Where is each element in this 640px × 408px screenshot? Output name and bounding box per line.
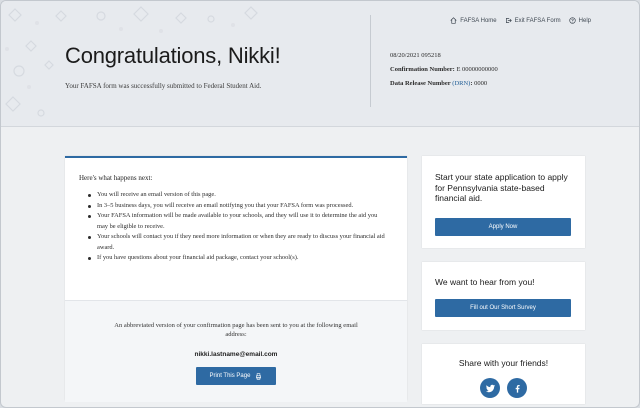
facebook-share-button[interactable]: [507, 378, 527, 398]
home-icon: [450, 17, 457, 24]
list-item: Your FAFSA information will be made avai…: [87, 211, 387, 232]
twitter-icon: [485, 384, 495, 392]
list-item: You will receive an email version of thi…: [87, 190, 387, 201]
twitter-share-button[interactable]: [480, 378, 500, 398]
social-share-buttons: [422, 378, 585, 398]
state-application-heading: Start your state application to apply fo…: [435, 172, 568, 203]
fafsa-home-label: FAFSA Home: [460, 17, 497, 24]
next-steps-list: You will receive an email version of thi…: [87, 190, 387, 264]
list-item: If you have questions about your financi…: [87, 253, 387, 264]
next-steps-title: Here's what happens next:: [79, 174, 153, 182]
survey-button[interactable]: Fill out Our Short Survey: [435, 299, 571, 317]
print-icon: [256, 372, 262, 380]
exit-fafsa-label: Exit FAFSA Form: [514, 17, 561, 24]
page-title: Congratulations, Nikki!: [65, 43, 281, 68]
list-item: Your schools will contact you if they ne…: [87, 232, 387, 253]
share-heading: Share with your friends!: [458, 358, 549, 368]
drn-row: Data Release Number (DRN): 0000: [390, 80, 488, 87]
survey-card: We want to hear from you! Fill out Our S…: [422, 262, 585, 330]
confirmation-details: 08/20/2021 095218 Confirmation Number: E…: [390, 49, 498, 91]
confirmation-page: FAFSA Home Exit FAFSA Form Help Congratu…: [0, 0, 640, 408]
exit-fafsa-link[interactable]: Exit FAFSA Form: [505, 17, 561, 24]
confirmation-number-row: Confirmation Number: E 00000000000: [390, 63, 498, 77]
header-links: FAFSA Home Exit FAFSA Form Help: [450, 17, 591, 24]
list-item: In 3–5 business days, you will receive a…: [87, 201, 387, 212]
facebook-icon: [515, 384, 520, 393]
drn-value: 0000: [474, 80, 488, 87]
drn-link[interactable]: (DRN): [452, 80, 470, 87]
help-label: Help: [578, 17, 591, 24]
apply-now-button[interactable]: Apply Now: [435, 218, 571, 236]
next-steps-card: Here's what happens next: You will recei…: [65, 156, 407, 402]
state-application-card: Start your state application to apply fo…: [422, 156, 585, 248]
help-link[interactable]: Help: [569, 17, 591, 24]
page-header: FAFSA Home Exit FAFSA Form Help Congratu…: [1, 1, 639, 127]
submission-datetime: 08/20/2021 095218: [390, 52, 441, 59]
header-divider: [370, 15, 371, 107]
confirmation-number-label: Confirmation Number:: [390, 66, 455, 73]
email-confirmation-section: An abbreviated version of your confirmat…: [65, 300, 407, 402]
print-page-button[interactable]: Print This Page: [196, 367, 276, 385]
drn-label: Data Release Number: [390, 80, 451, 87]
print-page-label: Print This Page: [209, 373, 251, 379]
exit-icon: [505, 18, 512, 23]
survey-heading: We want to hear from you!: [435, 277, 535, 287]
confirmation-number-value: E 00000000000: [456, 66, 498, 73]
email-address: nikki.lastname@email.com: [194, 351, 278, 358]
fafsa-home-link[interactable]: FAFSA Home: [450, 17, 497, 24]
help-icon: [569, 17, 576, 24]
email-confirmation-text: An abbreviated version of your confirmat…: [114, 322, 358, 338]
submission-message: Your FAFSA form was successfully submitt…: [65, 82, 262, 90]
share-card: Share with your friends!: [422, 344, 585, 404]
